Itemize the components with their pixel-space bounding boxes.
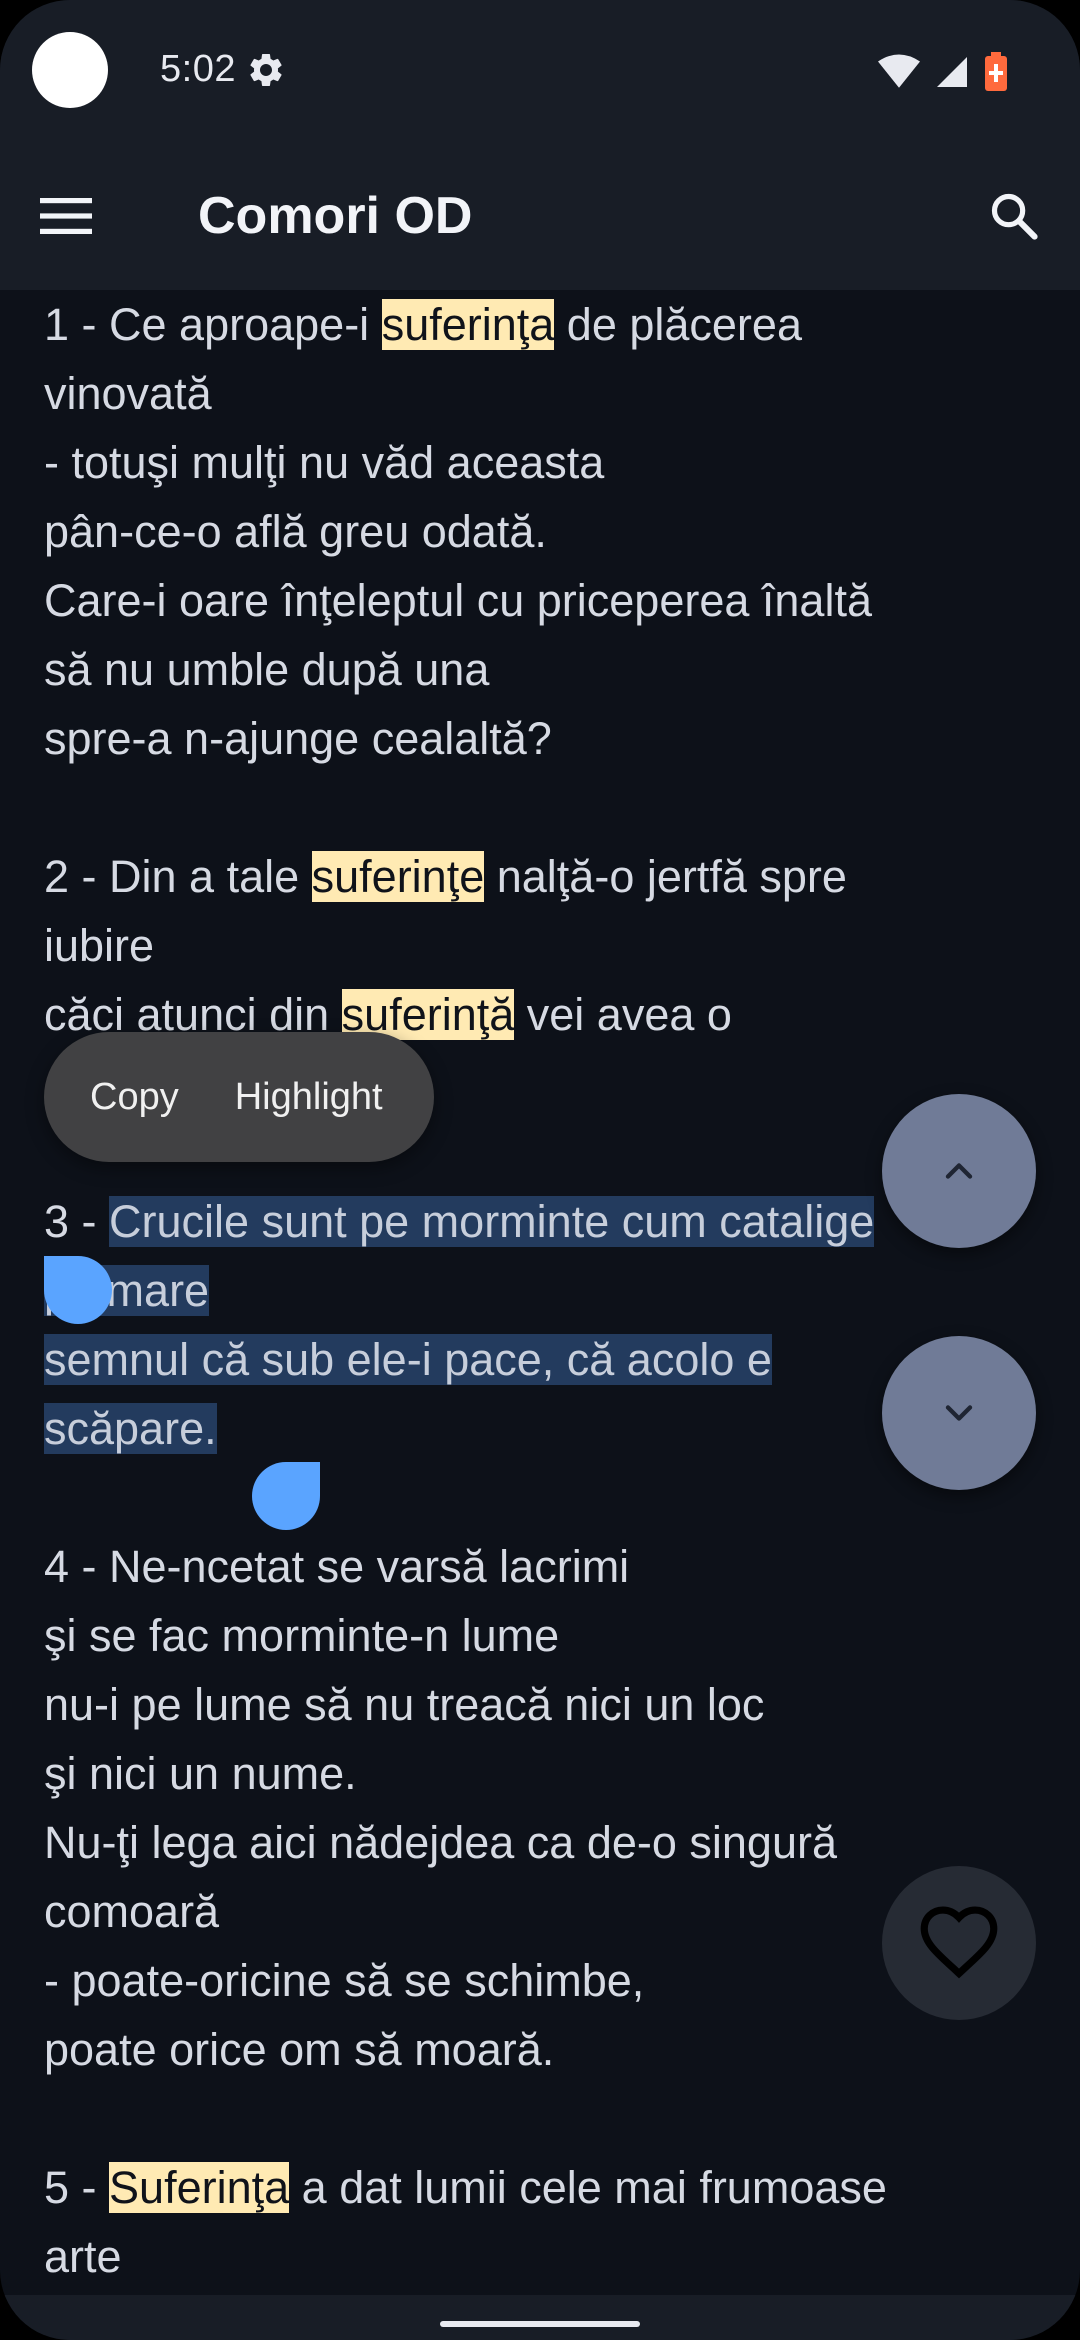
text-line: vinovată (44, 368, 212, 419)
text-line: poate orice om să moară. (44, 2024, 555, 2075)
text-line: 4 - Ne-ncetat se varsă lacrimi (44, 1541, 630, 1592)
selection-start-handle[interactable] (44, 1256, 112, 1324)
poem-text[interactable]: 1 - Ce aproape-i suferinţa de plăcerea v… (44, 290, 1044, 2290)
wifi-icon (878, 54, 920, 88)
text-line: pe mare (44, 1256, 1044, 1325)
text-line: şi nici un nume. (44, 1748, 357, 1799)
selected-text[interactable]: Crucile sunt pe morminte cum catalige (109, 1196, 875, 1247)
selected-text[interactable]: semnul că sub ele-i pace, că acolo e (44, 1334, 772, 1385)
text-line: spre-a n-ajunge cealaltă? (44, 713, 552, 764)
search-button[interactable] (978, 180, 1050, 252)
heart-outline-icon (920, 1906, 998, 1979)
app-bar: Comori OD (0, 140, 1080, 290)
search-icon (991, 193, 1038, 240)
camera-cutout (32, 32, 108, 108)
scroll-down-button[interactable] (882, 1336, 1036, 1490)
text-line: Nu-ţi lega aici nădejdea ca de-o singură (44, 1817, 837, 1868)
favorite-button[interactable] (882, 1866, 1036, 2020)
text-selection-menu: Copy Highlight (44, 1032, 434, 1162)
device-screen: 5:02 Comori OD 1 - Ce aproape-i suferinţ… (0, 0, 1080, 2340)
app-title: Comori OD (198, 187, 473, 245)
text-line: - totuşi mulţi nu văd aceasta (44, 437, 605, 488)
highlighted-word[interactable]: Suferinţa (109, 2162, 290, 2213)
settings-gear-icon (250, 53, 282, 86)
status-bar: 5:02 (0, 0, 1080, 140)
text-line: iubire (44, 920, 155, 971)
text-line: nu-i pe lume să nu treacă nici un loc (44, 1679, 765, 1730)
chevron-down-icon (945, 1405, 973, 1421)
text-line: şi se fac morminte-n lume (44, 1610, 560, 1661)
status-time: 5:02 (160, 48, 236, 90)
navigation-bar (0, 2295, 1080, 2340)
selection-end-handle[interactable] (252, 1462, 320, 1530)
scroll-up-button[interactable] (882, 1094, 1036, 1248)
text-line: să nu umble după una (44, 644, 490, 695)
battery-charging-icon (985, 52, 1007, 91)
highlighted-word[interactable]: suferinţe (311, 851, 485, 902)
chevron-up-icon (945, 1163, 973, 1179)
copy-button[interactable]: Copy (44, 1076, 179, 1119)
highlight-button[interactable]: Highlight (179, 1076, 383, 1119)
text-line: 5 - Suferinţa a dat lumii cele mai frumo… (44, 2162, 887, 2213)
hamburger-menu-icon (40, 198, 92, 234)
text-line: arte (44, 2231, 122, 2282)
text-line: Care-i oare înţeleptul cu priceperea îna… (44, 575, 872, 626)
signal-icon (937, 57, 967, 87)
menu-button[interactable] (30, 180, 102, 252)
home-gesture-pill[interactable] (440, 2321, 640, 2327)
text-line: 2 - Din a tale suferinţe nalţă-o jertfă … (44, 851, 847, 902)
status-icons (878, 50, 1008, 94)
selected-text[interactable]: scăpare. (44, 1403, 217, 1454)
text-line: 1 - Ce aproape-i suferinţa de plăcerea (44, 299, 802, 350)
highlighted-word[interactable]: suferinţa (381, 299, 555, 350)
text-line: pân-ce-o află greu odată. (44, 506, 547, 557)
